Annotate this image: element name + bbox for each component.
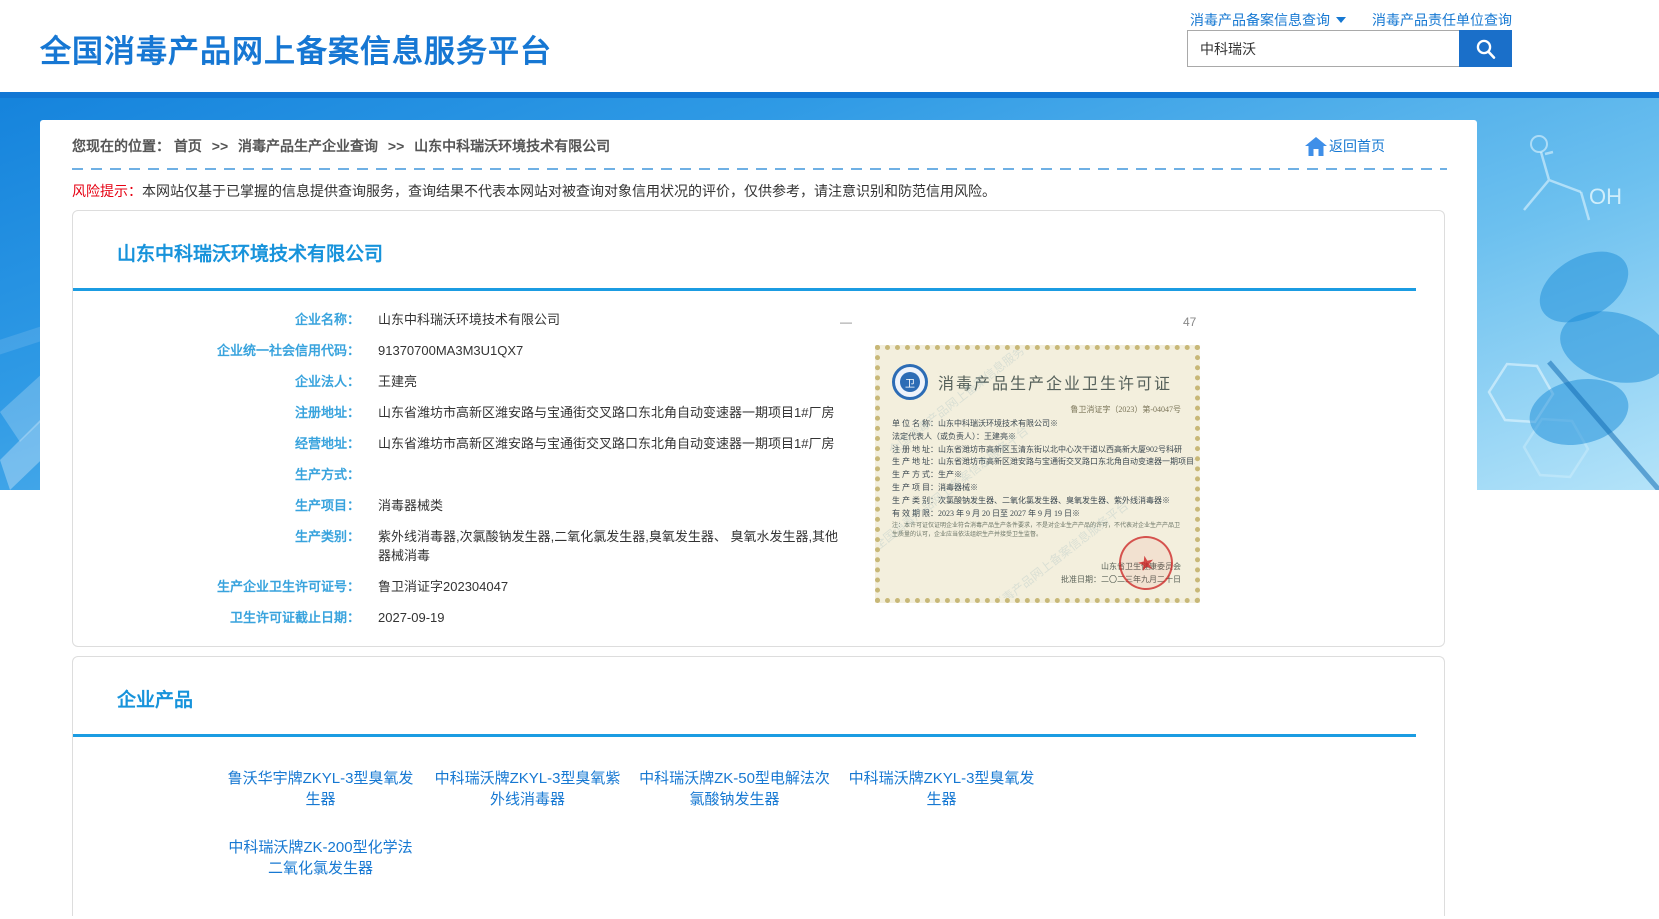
company-name-heading: 山东中科瑞沃环境技术有限公司 [73,211,1444,266]
product-link-2[interactable]: 中科瑞沃牌ZKYL-3型臭氧紫外线消毒器 [424,768,631,810]
card-title-rule [73,734,1416,737]
breadcrumb-prefix: 您现在的位置： [72,138,170,154]
product-link-4[interactable]: 中科瑞沃牌ZKYL-3型臭氧发生器 [838,768,1045,810]
breadcrumb-separator: >> [212,138,228,154]
breadcrumb: 您现在的位置： 首页 >> 消毒产品生产企业查询 >> 山东中科瑞沃环境技术有限… [72,136,610,156]
breadcrumb-row: 您现在的位置： 首页 >> 消毒产品生产企业查询 >> 山东中科瑞沃环境技术有限… [40,120,1477,156]
chevron-down-icon [1336,17,1346,23]
breadcrumb-home-link[interactable]: 首页 [174,138,202,154]
nav-record-info-query[interactable]: 消毒产品备案信息查询 [1190,10,1346,30]
certificate-emblem-icon: 卫 [892,364,928,400]
hygiene-license-certificate-image: 全国消毒产品网上备案信息服务平台 全国消毒产品网上备案信息服务平台 全国消毒产品… [875,345,1200,603]
field-row-production-project: 生产项目： 消毒器械类 [73,496,873,515]
card-title-rule [73,288,1416,291]
site-title: 全国消毒产品网上备案信息服务平台 [40,26,552,71]
search-button[interactable] [1459,30,1512,67]
company-info-card: 山东中科瑞沃环境技术有限公司 — 47 企业名称： 山东中科瑞沃环境技术有限公司… [72,210,1445,647]
product-link-3[interactable]: 中科瑞沃牌ZK-50型电解法次氯酸钠发生器 [631,768,838,810]
field-row-legal-person: 企业法人： 王建亮 [73,372,873,391]
top-nav: 消毒产品备案信息查询 消毒产品责任单位查询 [1190,10,1512,30]
svg-text:OH: OH [1589,184,1622,209]
search-bar [1187,30,1512,67]
certificate-number: 鲁卫消证字（2023）第-04047号 [892,404,1181,415]
breadcrumb-enterprise-query-link[interactable]: 消毒产品生产企业查询 [238,138,378,154]
field-row-production-category: 生产类别： 紫外线消毒器,次氯酸钠发生器,二氧化氯发生器,臭氧发生器、 臭氧水发… [73,527,873,565]
company-fields: 企业名称： 山东中科瑞沃环境技术有限公司 企业统一社会信用代码： 9137070… [73,310,873,639]
products-heading: 企业产品 [73,657,1444,712]
product-link-5[interactable]: 中科瑞沃牌ZK-200型化学法二氧化氯发生器 [217,837,424,879]
nav-responsible-unit-query[interactable]: 消毒产品责任单位查询 [1372,10,1512,30]
field-row-license-expiry: 卫生许可证截止日期： 2027-09-19 [73,608,873,627]
products-grid: 鲁沃华宇牌ZKYL-3型臭氧发生器 中科瑞沃牌ZKYL-3型臭氧紫外线消毒器 中… [217,768,1444,879]
home-icon [1305,137,1327,156]
company-products-card: 企业产品 鲁沃华宇牌ZKYL-3型臭氧发生器 中科瑞沃牌ZKYL-3型臭氧紫外线… [72,656,1445,916]
content-sheet: 您现在的位置： 首页 >> 消毒产品生产企业查询 >> 山东中科瑞沃环境技术有限… [40,120,1477,919]
certificate-title: 消毒产品生产企业卫生许可证 [938,370,1172,394]
red-seal-icon: ★ [1114,531,1178,595]
back-home-link[interactable]: 返回首页 [1305,136,1385,156]
field-row-production-mode: 生产方式： [73,465,873,484]
site-header: 全国消毒产品网上备案信息服务平台 消毒产品备案信息查询 消毒产品责任单位查询 [0,0,1659,92]
field-row-business-address: 经营地址： 山东省潍坊市高新区潍安路与宝通街交叉路口东北角自动变速器一期项目1#… [73,434,873,453]
risk-notice-label: 风险提示： [72,183,142,199]
page: OH 全国消毒产品网上备案信息服务平台 消毒产品备案信息查询 消毒产品责任单位查… [0,0,1659,919]
breadcrumb-separator: >> [388,138,404,154]
product-link-1[interactable]: 鲁沃华宇牌ZKYL-3型臭氧发生器 [217,768,424,810]
field-row-license-number: 生产企业卫生许可证号： 鲁卫消证字202304047 [73,577,873,596]
risk-notice: 风险提示：本网站仅基于已掌握的信息提供查询服务，查询结果不代表本网站对被查询对象… [72,181,1445,201]
risk-notice-text: 本网站仅基于已掌握的信息提供查询服务，查询结果不代表本网站对被查询对象信用状况的… [142,183,996,199]
dashed-divider [72,168,1447,170]
field-row-credit-code: 企业统一社会信用代码： 91370700MA3M3U1QX7 [73,341,873,360]
search-input[interactable] [1187,30,1459,67]
search-icon [1474,37,1498,61]
field-row-company-name: 企业名称： 山东中科瑞沃环境技术有限公司 [73,310,873,329]
field-row-registered-address: 注册地址： 山东省潍坊市高新区潍安路与宝通街交叉路口东北角自动变速器一期项目1#… [73,403,873,422]
certificate-top-fragment-number: 47 [1183,315,1196,329]
breadcrumb-current: 山东中科瑞沃环境技术有限公司 [414,138,610,154]
